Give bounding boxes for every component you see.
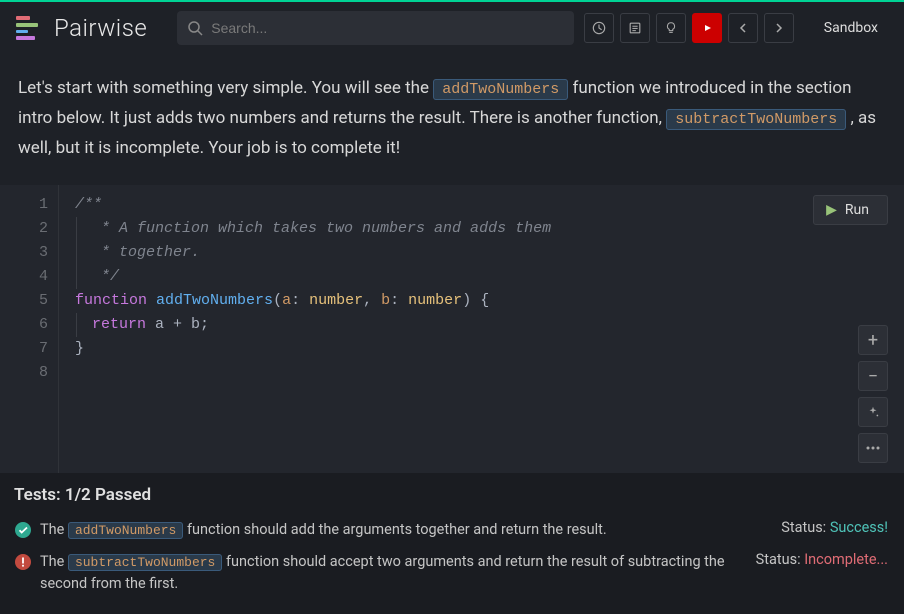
zoom-in-button[interactable]: + — [858, 325, 888, 355]
test-status: Status: Success! — [781, 519, 888, 536]
code-reference: subtractTwoNumbers — [68, 554, 222, 571]
next-icon[interactable] — [764, 13, 794, 43]
editor-side-controls: + − — [858, 325, 888, 463]
code-token: addTwoNumbers — [156, 292, 273, 309]
run-label: Run — [845, 202, 869, 218]
instructions-text: Let's start with something very simple. … — [0, 54, 904, 185]
youtube-icon[interactable] — [692, 13, 722, 43]
code-token: a — [282, 292, 291, 309]
document-icon[interactable] — [620, 13, 650, 43]
app-header: Pairwise Sandbox — [0, 2, 904, 54]
more-button[interactable] — [858, 433, 888, 463]
tests-header: Tests: 1/2 Passed — [14, 485, 888, 505]
test-status: Status: Incomplete... — [756, 551, 888, 568]
code-token: * A function which takes two numbers and… — [76, 217, 551, 241]
header-toolbar — [584, 13, 794, 43]
search-input[interactable] — [211, 20, 564, 36]
line-gutter: 12345678 — [0, 185, 58, 473]
instr-seg: Let's start with something very simple. … — [18, 78, 433, 98]
test-description: The addTwoNumbers function should add th… — [40, 519, 761, 541]
search-box[interactable] — [177, 11, 574, 45]
prev-icon[interactable] — [728, 13, 758, 43]
error-circle-icon — [14, 553, 32, 575]
test-row: The subtractTwoNumbers function should a… — [14, 547, 888, 598]
code-reference: addTwoNumbers — [68, 522, 183, 539]
code-token: number — [309, 292, 363, 309]
code-token: /** — [75, 196, 102, 213]
hint-icon[interactable] — [656, 13, 686, 43]
code-token: */ — [76, 265, 119, 289]
test-description: The subtractTwoNumbers function should a… — [40, 551, 736, 594]
zoom-out-button[interactable]: − — [858, 361, 888, 391]
sparkle-button[interactable] — [858, 397, 888, 427]
search-icon — [187, 20, 203, 36]
tests-panel: Tests: 1/2 Passed The addTwoNumbers func… — [0, 473, 904, 614]
code-body[interactable]: /** * A function which takes two numbers… — [58, 185, 904, 473]
code-editor[interactable]: 12345678 /** * A function which takes tw… — [0, 185, 904, 473]
brand-name: Pairwise — [54, 14, 147, 42]
code-token: function — [75, 292, 147, 309]
code-reference: subtractTwoNumbers — [666, 109, 846, 130]
logo-icon — [12, 12, 44, 44]
sandbox-button[interactable]: Sandbox — [810, 14, 892, 42]
code-token: return — [92, 316, 146, 333]
code-reference: addTwoNumbers — [433, 79, 568, 100]
code-token: * together. — [76, 241, 200, 265]
code-token: a + b — [155, 316, 200, 333]
run-button[interactable]: ▶ Run — [813, 195, 888, 225]
code-token: b — [381, 292, 390, 309]
code-token: number — [408, 292, 462, 309]
test-row: The addTwoNumbers function should add th… — [14, 515, 888, 547]
check-circle-icon — [14, 521, 32, 543]
play-icon: ▶ — [826, 202, 837, 218]
code-token: } — [75, 340, 84, 357]
history-icon[interactable] — [584, 13, 614, 43]
